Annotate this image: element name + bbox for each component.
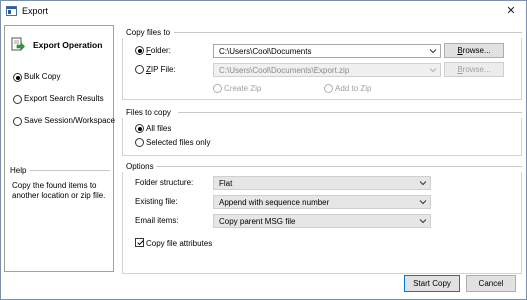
title-bar: Export ✕ [1, 1, 526, 21]
close-button[interactable]: ✕ [502, 3, 520, 19]
files-to-copy-group: Files to copy All files Selected files o… [120, 108, 524, 156]
window-title: Export [22, 6, 49, 16]
chevron-down-icon [429, 68, 437, 73]
copy-file-attributes-option[interactable]: Copy file attributes [135, 237, 235, 251]
zip-path-combo[interactable]: C:\Users\Cool\Documents\Export.zip [213, 63, 441, 77]
operation-bulk-copy[interactable]: Bulk Copy [13, 71, 113, 83]
help-divider [30, 170, 110, 171]
add-to-zip-radio[interactable] [324, 84, 333, 93]
add-to-zip-option[interactable]: Add to Zip [324, 82, 394, 96]
copy-files-to-heading: Copy files to [126, 28, 171, 37]
zip-label-text: IP File: [150, 65, 176, 74]
folder-path-value: C:\Users\Cool\Documents [219, 47, 312, 56]
all-files-radio[interactable] [135, 124, 144, 133]
folder-label: Folder: [146, 46, 171, 55]
copy-file-attributes-checkbox[interactable] [135, 238, 144, 247]
app-window-icon [6, 6, 17, 16]
save-session-label: Save Session/Workspace [24, 116, 116, 125]
operation-export-search-results[interactable]: Export Search Results [13, 93, 113, 105]
operation-title: Export Operation [33, 40, 103, 50]
email-items-value: Copy parent MSG file [219, 217, 296, 226]
folder-browse-text: rowse... [462, 46, 491, 55]
help-heading: Help [10, 166, 27, 175]
create-zip-label: Create Zip [224, 84, 262, 93]
add-to-zip-label: Add to Zip [335, 84, 372, 93]
group-divider [156, 166, 522, 167]
options-heading: Options [126, 162, 154, 171]
copy-file-attributes-label: Copy file attributes [146, 239, 213, 248]
existing-file-select[interactable]: Append with sequence number [213, 195, 431, 209]
all-files-option[interactable]: All files [135, 122, 215, 136]
save-session-radio[interactable] [13, 117, 22, 126]
selected-files-label: Selected files only [146, 138, 211, 147]
chevron-down-icon [419, 200, 427, 205]
existing-file-value: Append with sequence number [219, 198, 330, 207]
selected-files-option[interactable]: Selected files only [135, 136, 235, 150]
export-window: Export ✕ Export Operation Bulk Copy Expo… [0, 0, 527, 300]
copy-files-to-group: Copy files to Folder: C:\Users\Cool\Docu… [120, 28, 524, 100]
operation-save-session[interactable]: Save Session/Workspace [13, 115, 116, 127]
operation-header: Export Operation [9, 35, 109, 53]
settings-panel: Copy files to Folder: C:\Users\Cool\Docu… [120, 25, 524, 274]
chevron-down-icon [419, 219, 427, 224]
options-group: Options Folder structure: Flat Existing … [120, 162, 524, 274]
files-to-copy-heading: Files to copy [126, 108, 171, 117]
folder-path-combo[interactable]: C:\Users\Cool\Documents [213, 44, 441, 58]
zip-browse-text: rowse... [462, 65, 491, 74]
email-items-label: Email items: [135, 216, 179, 225]
existing-file-label: Existing file: [135, 197, 178, 206]
email-items-select[interactable]: Copy parent MSG file [213, 214, 431, 228]
bulk-copy-label: Bulk Copy [24, 72, 61, 81]
group-divider [174, 32, 522, 33]
zip-path-value: C:\Users\Cool\Documents\Export.zip [219, 66, 350, 75]
operation-panel: Export Operation Bulk Copy Export Search… [4, 25, 116, 272]
create-zip-radio[interactable] [213, 84, 222, 93]
folder-structure-select[interactable]: Flat [213, 176, 431, 190]
create-zip-option[interactable]: Create Zip [213, 82, 283, 96]
zip-browse-button[interactable]: Browse... [444, 62, 504, 77]
bulk-copy-radio[interactable] [13, 73, 22, 82]
folder-label-text: older: [150, 46, 171, 55]
export-search-results-radio[interactable] [13, 95, 22, 104]
cancel-button[interactable]: Cancel [466, 275, 516, 292]
zip-file-label: ZIP File: [146, 65, 176, 74]
zip-file-radio[interactable] [135, 65, 144, 74]
help-text: Copy the found items to another location… [12, 181, 106, 200]
group-divider [178, 112, 522, 113]
export-operation-icon [11, 37, 25, 51]
export-search-results-label: Export Search Results [24, 94, 104, 103]
chevron-down-icon [419, 181, 427, 186]
zip-file-option[interactable]: ZIP File: [135, 63, 215, 77]
folder-browse-button[interactable]: Browse... [444, 43, 504, 58]
folder-structure-label: Folder structure: [135, 178, 194, 187]
folder-option[interactable]: Folder: [135, 44, 215, 58]
selected-files-radio[interactable] [135, 138, 144, 147]
chevron-down-icon [429, 49, 437, 54]
folder-structure-value: Flat [219, 179, 233, 188]
start-copy-button[interactable]: Start Copy [404, 275, 460, 292]
all-files-label: All files [146, 124, 172, 133]
folder-radio[interactable] [135, 46, 144, 55]
